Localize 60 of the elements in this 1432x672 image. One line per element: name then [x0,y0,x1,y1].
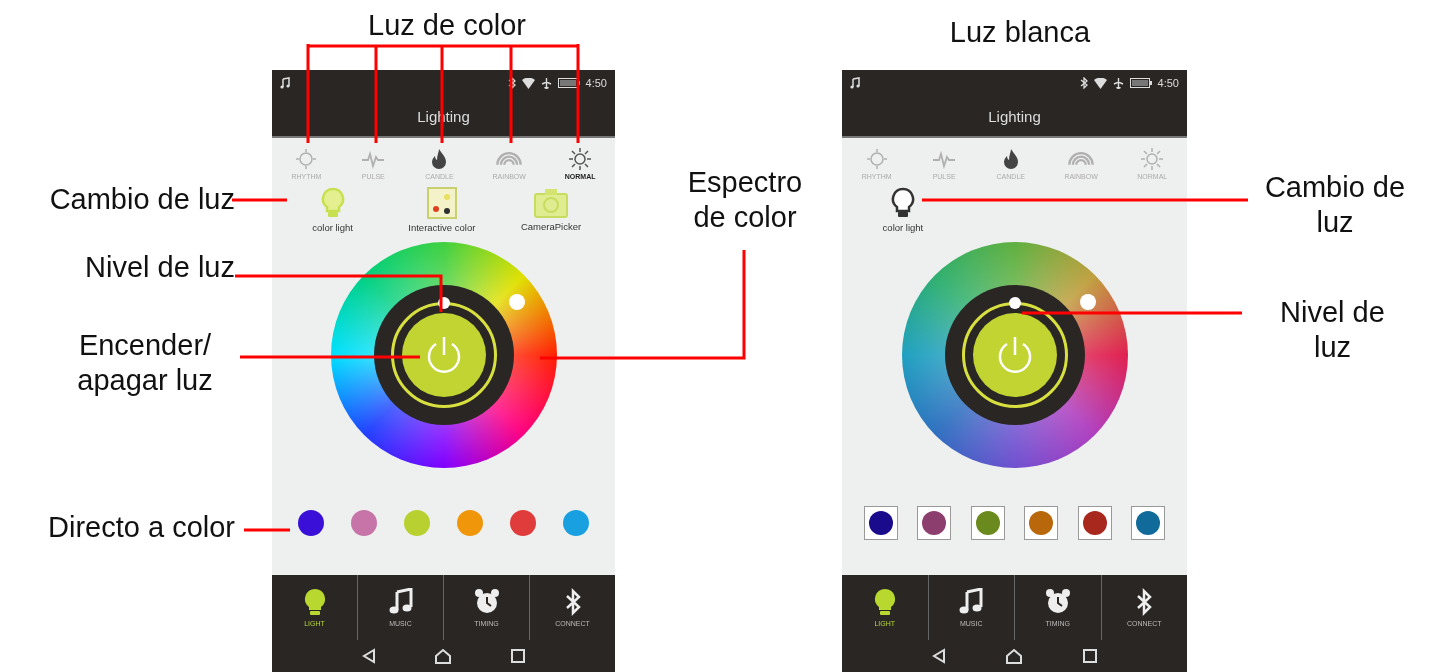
color-swatch[interactable] [510,509,537,536]
back-icon[interactable] [360,648,377,664]
bulb-icon [319,187,346,219]
music-note-icon [388,588,413,616]
music-note-icon [959,588,984,616]
color-picker-handle[interactable] [1079,294,1096,310]
bulb-icon [302,588,327,616]
wifi-icon [521,77,535,89]
sun-icon [1139,147,1166,171]
color-picker-handle[interactable] [508,294,525,310]
preset-button[interactable]: Interactive color [387,180,497,240]
music-note-icon [850,77,860,89]
status-time: 4:50 [585,77,607,89]
bluetooth-icon [1079,77,1088,89]
rainbow-icon [1068,152,1095,166]
leader-line [244,528,290,532]
power-button[interactable] [972,313,1057,397]
leader-line [232,198,287,202]
callout-label: Luz de color [367,8,527,43]
callout-label: Cambio de luz [1263,170,1407,240]
callout-label: Espectro de color [686,165,804,235]
wifi-icon [1093,77,1107,89]
back-icon[interactable] [931,648,948,664]
sun-icon [567,147,594,171]
callout-label: Nivel de luz [1279,295,1386,365]
color-swatch[interactable] [457,509,484,536]
airplane-icon [540,77,552,89]
recent-apps-icon[interactable] [510,648,527,664]
status-time: 4:50 [1157,77,1179,89]
color-swatch[interactable] [403,509,430,536]
power-button[interactable] [401,313,486,397]
callout-label: Directo a color [47,510,235,545]
bulb-icon [872,588,897,616]
preset-button[interactable]: color light [278,180,388,240]
alarm-clock-icon [1044,588,1071,616]
color-swatch[interactable] [297,509,324,536]
home-icon[interactable] [434,648,453,664]
preset-button[interactable]: CameraPicker [496,180,606,240]
airplane-icon [1112,77,1124,89]
alarm-clock-icon [473,588,500,616]
palette-card-icon [426,187,457,219]
callout-label: Cambio de luz [48,182,235,217]
music-note-icon [280,77,290,89]
color-swatch[interactable] [350,509,377,536]
camera-icon [534,188,569,218]
bluetooth-icon [507,77,516,89]
callout-label: Encender/ apagar luz [76,328,214,398]
preset-button[interactable]: color light [848,180,958,240]
brightness-handle[interactable] [1008,297,1021,309]
callout-label: Luz blanca [948,15,1092,50]
home-icon[interactable] [1005,648,1024,664]
battery-icon [557,78,580,88]
callout-label: Nivel de luz [84,250,235,285]
battery-icon [1129,78,1152,88]
recent-apps-icon[interactable] [1081,648,1098,664]
bluetooth-icon [1135,588,1154,616]
bulb-icon [889,187,916,219]
rainbow-icon [496,152,523,166]
screen-title: Lighting [988,107,1041,125]
color-swatch[interactable] [563,509,590,536]
